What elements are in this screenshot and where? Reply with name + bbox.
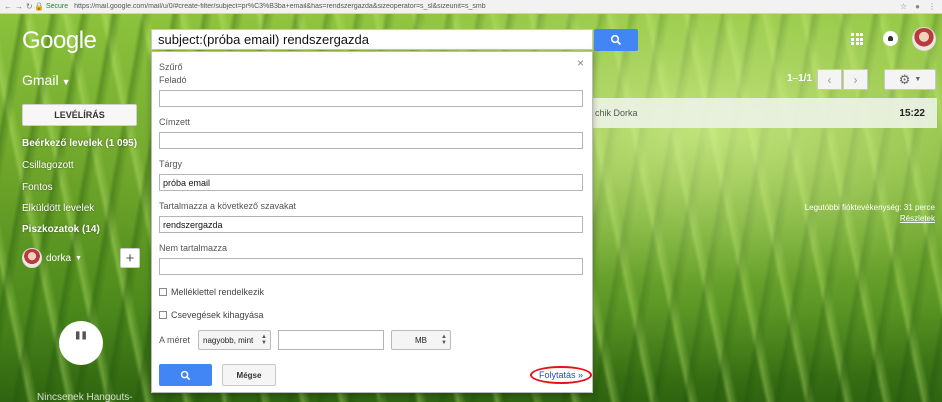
email-sender: chik Dorka (595, 108, 638, 118)
has-attachment-option[interactable]: Melléklettel rendelkezik (159, 287, 264, 297)
cancel-button[interactable]: Mégse (222, 364, 276, 386)
hangouts-quote-icon: " (59, 321, 103, 365)
chevron-down-icon: ▼ (914, 76, 922, 83)
exclude-chats-option[interactable]: Csevegések kihagyása (159, 310, 264, 320)
search-input[interactable]: subject:(próba email) rendszergazda (151, 29, 593, 50)
avatar (22, 248, 42, 268)
from-label: Feladó (159, 75, 187, 85)
not-contain-field[interactable] (159, 258, 583, 275)
to-field[interactable] (159, 132, 583, 149)
forward-icon[interactable]: → (15, 2, 23, 11)
hangouts-account[interactable]: dorka ▼ (22, 248, 82, 268)
google-logo[interactable]: Google (22, 27, 97, 55)
settings-button[interactable]: ⚙ ▼ (884, 69, 936, 90)
size-unit-select[interactable]: MB ▲ ▼ (391, 330, 451, 350)
not-contain-label: Nem tartalmazza (159, 243, 228, 253)
chevron-down-icon: ▼ (61, 77, 71, 87)
subject-field[interactable]: próba email (159, 174, 583, 191)
from-field[interactable] (159, 90, 583, 107)
search-button[interactable] (594, 29, 638, 51)
chevron-right-icon: › (853, 72, 858, 87)
account-avatar[interactable] (912, 27, 936, 51)
extension-icon[interactable]: ● (915, 2, 920, 11)
has-attachment-label: Melléklettel rendelkezik (171, 287, 265, 297)
add-contact-button[interactable]: + (120, 248, 140, 268)
back-icon[interactable]: ← (4, 2, 12, 11)
select-arrows-icon: ▲ ▼ (261, 334, 267, 346)
last-activity-text: Legutóbbi fióktevékenység: 31 perce (804, 203, 935, 212)
size-unit-value: MB (415, 335, 427, 345)
nav-item-drafts[interactable]: Piszkozatok (14) (22, 224, 100, 235)
filter-title: Szűrő (159, 62, 183, 72)
compose-button[interactable]: LEVÉLÍRÁS (22, 104, 137, 126)
close-icon[interactable]: × (577, 56, 584, 70)
hangouts-empty-text: Nincsenek Hangouts- (37, 392, 133, 402)
chevron-down-icon: ▼ (75, 254, 82, 262)
nav-item-inbox[interactable]: Beérkező levelek (1 095) (22, 138, 137, 149)
lock-icon: 🔒 (34, 2, 44, 11)
size-operator-select[interactable]: nagyobb, mint ▲ ▼ (198, 330, 271, 350)
nav-item-sent[interactable]: Elküldött levelek (22, 203, 94, 214)
nav-item-starred[interactable]: Csillagozott (22, 160, 74, 171)
search-icon (180, 370, 191, 380)
browser-extensions: ☆ ● ⋮ (862, 2, 942, 11)
create-filter-panel: × Szűrő Feladó Címzett Tárgy próba email… (151, 51, 593, 393)
star-icon[interactable]: ☆ (900, 2, 907, 11)
has-words-field[interactable]: rendszergazda (159, 216, 583, 233)
exclude-chats-checkbox[interactable] (159, 311, 167, 319)
has-words-label: Tartalmazza a következő szavakat (159, 201, 297, 211)
continue-link[interactable]: Folytatás » (530, 366, 592, 384)
secure-label: Secure (45, 3, 69, 10)
notifications-icon[interactable] (883, 31, 898, 46)
last-activity: Legutóbbi fióktevékenység: 31 perce Rész… (805, 202, 935, 224)
size-value-input[interactable] (278, 330, 384, 350)
apps-grid-icon[interactable] (851, 33, 863, 45)
pagination-count: 1–1/1 (787, 73, 813, 84)
browser-nav: ← → ↻ (0, 2, 33, 11)
prev-page-button[interactable]: ‹ (817, 69, 842, 90)
browser-address-bar: ← → ↻ 🔒 Secure https://mail.google.com/m… (0, 0, 942, 14)
has-attachment-checkbox[interactable] (159, 288, 167, 296)
size-label: A méret (159, 335, 191, 345)
menu-icon[interactable]: ⋮ (928, 2, 936, 11)
nav-item-important[interactable]: Fontos (22, 182, 53, 193)
search-icon (610, 34, 622, 46)
chevron-left-icon: ‹ (827, 72, 832, 87)
to-label: Címzett (159, 117, 191, 127)
next-page-button[interactable]: › (843, 69, 868, 90)
email-row[interactable]: chik Dorka 15:22 (593, 98, 937, 128)
url-field[interactable]: https://mail.google.com/mail/u/0/#create… (74, 3, 862, 10)
details-link[interactable]: Részletek (805, 213, 935, 224)
filter-search-button[interactable] (159, 364, 212, 386)
account-name: dorka (46, 252, 72, 264)
gmail-menu[interactable]: Gmail ▼ (22, 72, 70, 88)
select-arrows-icon: ▲ ▼ (441, 334, 447, 346)
reload-icon[interactable]: ↻ (26, 2, 33, 11)
gear-icon: ⚙ (898, 71, 911, 87)
email-time: 15:22 (899, 107, 925, 119)
size-operator-value: nagyobb, mint (203, 335, 254, 345)
exclude-chats-label: Csevegések kihagyása (171, 310, 264, 320)
gmail-label: Gmail (22, 72, 59, 88)
subject-label: Tárgy (159, 159, 183, 169)
